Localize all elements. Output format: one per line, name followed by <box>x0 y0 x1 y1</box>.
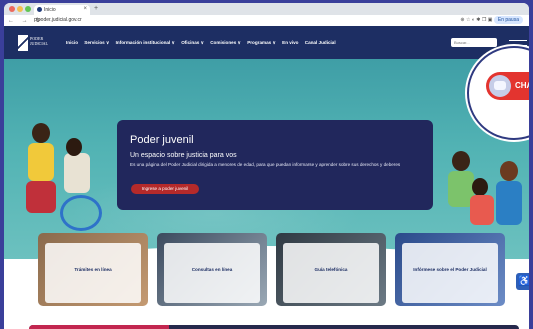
character-wheelchair-head <box>66 138 82 156</box>
menu-item-oficinas[interactable]: Oficinas ∨ <box>181 40 204 45</box>
character-right-body-3 <box>496 181 522 225</box>
menu-item-canal-judicial[interactable]: Canal Judicial <box>305 40 336 45</box>
maximize-window-control[interactable] <box>25 6 31 12</box>
new-tab-icon[interactable]: + <box>94 5 98 12</box>
menu-item-en-vivo[interactable]: En vivo <box>282 40 298 45</box>
hero-subtitle: Un espacio sobre justicia para vos <box>130 152 237 159</box>
menu-item-comisiones[interactable]: Comisiones ∨ <box>210 40 241 45</box>
character-left-head <box>32 123 50 143</box>
character-right-body-2 <box>470 195 494 225</box>
menu-item-servicios[interactable]: Servicios ∨ <box>84 40 109 45</box>
chatbot-robot-icon <box>489 75 511 97</box>
profile-button[interactable]: En pausa <box>493 16 523 24</box>
character-right-head-1 <box>452 151 470 171</box>
browser-window: Inicio × + ← → ↻ pjpoder.judicial.gov.cr… <box>4 3 529 329</box>
hero-title: Poder juvenil <box>130 134 194 146</box>
poder-juvenil-button[interactable]: Ingrese a poder juvenil <box>131 184 199 194</box>
tab-title: Inicio <box>44 7 56 13</box>
tile-consultas-label: Consultas en línea <box>191 267 233 272</box>
menu-item-programas[interactable]: Programas ∨ <box>247 40 276 45</box>
character-right-head-3 <box>500 161 518 181</box>
menu-item-informacion[interactable]: Información institucional ∨ <box>116 40 175 45</box>
tab-strip: Inicio × + <box>4 3 529 15</box>
poder-juvenil-card: Poder juvenil Un espacio sobre justicia … <box>117 120 433 210</box>
character-right-head-2 <box>472 178 488 196</box>
tile-consultas[interactable]: Consultas en línea <box>157 233 267 306</box>
tab-close-icon[interactable]: × <box>83 6 87 12</box>
bottom-banner <box>29 325 519 329</box>
logo-line2: JUDICIAL <box>30 41 48 46</box>
url-field[interactable]: pjpoder.judicial.gov.cr <box>34 17 82 23</box>
browser-tab[interactable]: Inicio × <box>34 5 90 15</box>
character-wheelchair-body <box>64 153 90 193</box>
extension-icons[interactable]: ⊕ ☆ ◐ ✱ ❐ ▣ <box>460 17 492 23</box>
menu-item-inicio[interactable]: Inicio <box>66 40 78 45</box>
poder-judicial-logo[interactable]: PODER JUDICIAL <box>18 33 52 53</box>
tile-informese-label: Infórmese sobre el Poder Judicial <box>413 267 487 272</box>
minimize-window-control[interactable] <box>17 6 23 12</box>
close-window-control[interactable] <box>9 6 15 12</box>
chat-button[interactable]: CHA <box>486 72 529 100</box>
character-left-legs <box>26 181 56 213</box>
bottom-banner-accent <box>29 325 169 329</box>
main-menu: Inicio Servicios ∨ Información instituci… <box>66 40 341 46</box>
character-left-body <box>28 143 54 181</box>
wheelchair-icon <box>60 195 102 231</box>
tile-tramites-label: Trámites en línea <box>74 267 112 272</box>
chat-label: CHA <box>515 81 529 90</box>
tile-guia-telefonica[interactable]: Guía telefónica <box>276 233 386 306</box>
tile-guia-label: Guía telefónica <box>314 267 348 272</box>
favicon-icon <box>37 7 42 12</box>
tile-informese[interactable]: Infórmese sobre el Poder Judicial <box>395 233 505 306</box>
hero-description: Es una página del Poder Judicial dirigid… <box>130 162 401 167</box>
site-header: PODER JUDICIAL Inicio Servicios ∨ Informa… <box>4 26 529 59</box>
logo-mark-icon <box>18 35 28 51</box>
tile-tramites[interactable]: Trámites en línea <box>38 233 148 306</box>
accessibility-icon[interactable]: ♿ <box>516 273 529 290</box>
search-input[interactable]: Buscar... <box>451 38 497 47</box>
toolbar-icons[interactable]: ⊕ ☆ ◐ ✱ ❐ ▣ En pausa <box>460 16 523 24</box>
